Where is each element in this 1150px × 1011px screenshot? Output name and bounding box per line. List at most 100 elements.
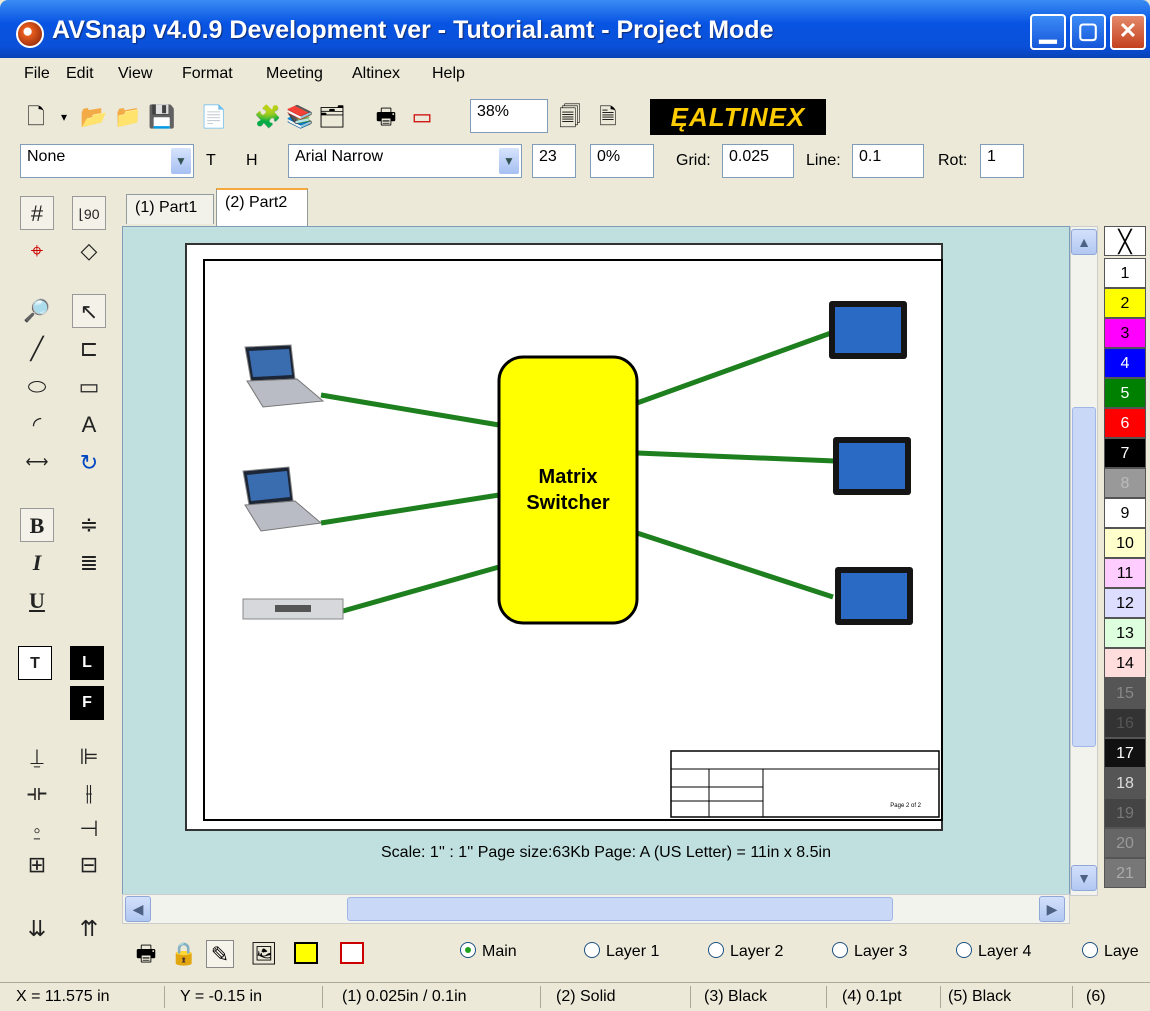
line-color-icon[interactable]: L <box>70 646 104 680</box>
maximize-button[interactable]: ▢ <box>1070 14 1106 50</box>
rectangle-icon[interactable]: ▭ <box>72 370 106 404</box>
node-icon[interactable]: ◇ <box>72 234 106 268</box>
palette-color-11[interactable]: 11 <box>1104 558 1146 588</box>
menu-help[interactable]: Help <box>432 65 465 83</box>
underline-icon[interactable]: U <box>20 584 54 618</box>
layer-1[interactable]: Layer 1 <box>584 942 659 961</box>
connector-icon[interactable]: ⊏ <box>72 332 106 366</box>
palette-color-3[interactable]: 3 <box>1104 318 1146 348</box>
strikethrough-icon[interactable]: ≑ <box>72 508 106 542</box>
style-select[interactable]: None ▼ <box>20 144 194 178</box>
components-icon[interactable]: 🧩 <box>254 103 282 131</box>
align-center-icon[interactable]: ⫲ <box>72 776 106 810</box>
palette-color-13[interactable]: 13 <box>1104 618 1146 648</box>
align-bottom-icon[interactable]: ⍛ <box>20 812 54 846</box>
layers-icon[interactable]: 🗂 <box>318 103 346 131</box>
matrix-switcher-box[interactable] <box>497 355 639 625</box>
palette-color-17[interactable]: 17 <box>1104 738 1146 768</box>
laptop-2[interactable] <box>242 466 323 532</box>
vertical-scroll-thumb[interactable] <box>1072 407 1096 747</box>
radio-icon[interactable] <box>708 942 724 958</box>
grid-icon[interactable]: # <box>20 196 54 230</box>
new-dropdown-icon[interactable]: ▾ <box>50 103 78 131</box>
align-icon[interactable]: ≣ <box>72 546 106 580</box>
picture-icon[interactable]: 🖼 <box>250 940 278 968</box>
page-portrait-icon[interactable]: 🗐 <box>556 103 584 131</box>
display-3[interactable] <box>835 567 913 625</box>
layer-4[interactable]: Layer 4 <box>956 942 1031 961</box>
rotate-90-icon[interactable]: ⌊90 <box>72 196 106 230</box>
menu-altinex[interactable]: Altinex <box>352 65 400 83</box>
tab-part1[interactable]: (1) Part1 <box>126 194 214 224</box>
no-color-icon[interactable]: ╳ <box>1104 226 1146 256</box>
line-field[interactable]: 0.1 <box>852 144 924 178</box>
display-2[interactable] <box>833 437 911 495</box>
distribute-h-icon[interactable]: ⊞ <box>20 848 54 882</box>
open-add-icon[interactable]: 📁 <box>114 103 142 131</box>
layer-3[interactable]: Layer 3 <box>832 942 907 961</box>
text-color-icon[interactable]: T <box>18 646 52 680</box>
radio-icon[interactable] <box>832 942 848 958</box>
palette-color-10[interactable]: 10 <box>1104 528 1146 558</box>
horizontal-scroll-thumb[interactable] <box>347 897 893 921</box>
palette-color-20[interactable]: 20 <box>1104 828 1146 858</box>
scroll-left-icon[interactable]: ◀ <box>125 896 151 922</box>
text-mode-button[interactable]: T <box>206 152 216 170</box>
pointer-icon[interactable]: ↖ <box>72 294 106 328</box>
horizontal-scrollbar[interactable]: ◀ ▶ <box>122 894 1070 924</box>
palette-color-4[interactable]: 4 <box>1104 348 1146 378</box>
percent-field[interactable]: 0% <box>590 144 654 178</box>
origin-icon[interactable]: ⌖ <box>20 234 54 268</box>
italic-icon[interactable]: I <box>20 546 54 580</box>
palette-color-12[interactable]: 12 <box>1104 588 1146 618</box>
media-player[interactable] <box>242 598 344 620</box>
connector-tv3[interactable] <box>636 530 834 600</box>
palette-color-15[interactable]: 15 <box>1104 678 1146 708</box>
font-size-field[interactable]: 23 <box>532 144 576 178</box>
line-tool-icon[interactable]: ╱ <box>20 332 54 366</box>
scroll-down-icon[interactable]: ▼ <box>1071 865 1097 891</box>
menu-view[interactable]: View <box>118 65 152 83</box>
palette-color-7[interactable]: 7 <box>1104 438 1146 468</box>
connector-tv2[interactable] <box>636 450 836 464</box>
rotate-icon[interactable]: ↻ <box>72 446 106 480</box>
zoom-field[interactable]: 38% <box>470 99 548 133</box>
palette-color-21[interactable]: 21 <box>1104 858 1146 888</box>
open-folder-icon[interactable]: 📂 <box>80 103 108 131</box>
close-button[interactable]: ✕ <box>1110 14 1146 50</box>
grid-field[interactable]: 0.025 <box>722 144 794 178</box>
palette-color-1[interactable]: 1 <box>1104 258 1146 288</box>
palette-color-14[interactable]: 14 <box>1104 648 1146 678</box>
drawing-page[interactable]: Matrix Switcher Page 2 of 2 <box>185 243 943 831</box>
palette-color-8[interactable]: 8 <box>1104 468 1146 498</box>
connector-laptop2[interactable] <box>320 492 500 526</box>
fill-color-icon[interactable]: F <box>70 686 104 720</box>
align-top-icon[interactable]: ⍊ <box>20 740 54 774</box>
bold-icon[interactable]: B <box>20 508 54 542</box>
radio-selected-icon[interactable] <box>460 942 476 958</box>
palette-color-19[interactable]: 19 <box>1104 798 1146 828</box>
palette-color-16[interactable]: 16 <box>1104 708 1146 738</box>
app-icon[interactable] <box>16 20 44 48</box>
display-1[interactable] <box>829 301 907 359</box>
tab-part2[interactable]: (2) Part2 <box>216 188 308 226</box>
layer-2[interactable]: Layer 2 <box>708 942 783 961</box>
text-tool-icon[interactable]: A <box>72 408 106 442</box>
radio-icon[interactable] <box>1082 942 1098 958</box>
align-right-icon[interactable]: ⊣ <box>72 812 106 846</box>
palette-color-18[interactable]: 18 <box>1104 768 1146 798</box>
vertical-scrollbar[interactable]: ▲ ▼ <box>1070 226 1098 896</box>
menu-file[interactable]: File <box>24 65 50 83</box>
connector-tv1[interactable] <box>636 330 832 406</box>
align-middle-icon[interactable]: ⟛ <box>20 776 54 810</box>
print-icon[interactable]: 🖶 <box>372 103 400 131</box>
preview-icon[interactable]: ▭ <box>408 103 436 131</box>
palette-color-2[interactable]: 2 <box>1104 288 1146 318</box>
radio-icon[interactable] <box>956 942 972 958</box>
laptop-1[interactable] <box>244 344 325 408</box>
palette-color-6[interactable]: 6 <box>1104 408 1146 438</box>
printer-icon[interactable]: 🖶 <box>132 940 160 968</box>
title-bar[interactable]: AVSnap v4.0.9 Development ver - Tutorial… <box>0 0 1150 58</box>
save-icon[interactable]: 💾 <box>148 103 176 131</box>
minimize-button[interactable]: ▁ <box>1030 14 1066 50</box>
